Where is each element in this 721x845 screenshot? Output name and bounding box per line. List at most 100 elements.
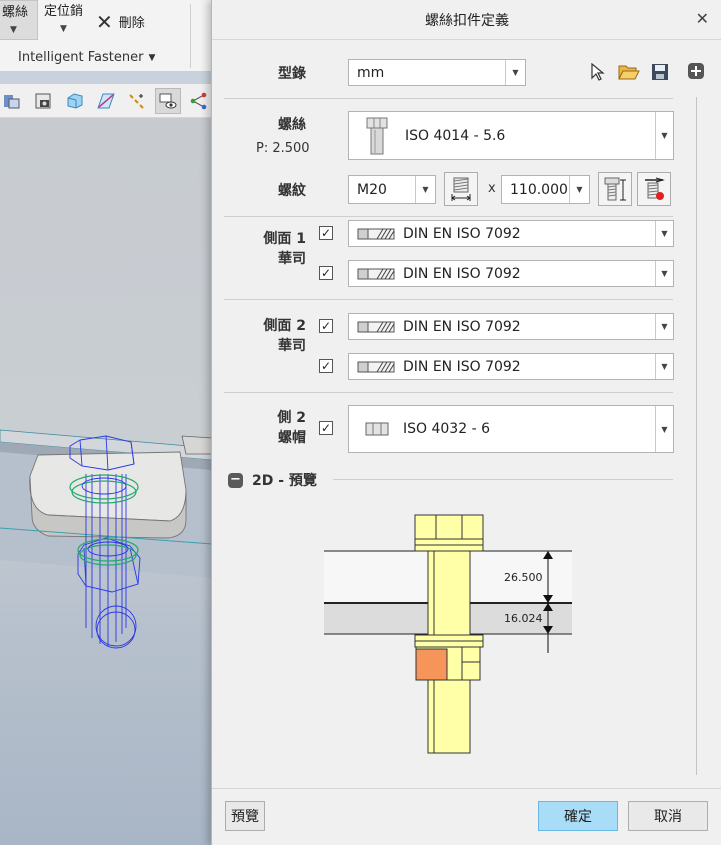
preview-section-label: 2D - 預覽 [252, 473, 317, 489]
delete-ribbon-button[interactable]: ✕ 刪除 [96, 9, 145, 34]
dimension-upper: 26.500 [504, 571, 543, 584]
side1-washer2-value: DIN EN ISO 7092 [403, 265, 521, 282]
side1-washer2-checkbox[interactable]: ✓ [319, 266, 333, 280]
times-sign: x [488, 181, 496, 196]
ribbon-group-menu[interactable]: Intelligent Fastener ▼ [18, 50, 155, 65]
chevron-down-icon: ▼ [655, 406, 673, 452]
screw-value: ISO 4014 - 5.6 [405, 127, 506, 144]
thread-size-value: M20 [357, 181, 387, 198]
side2-washer2-checkbox[interactable]: ✓ [319, 359, 333, 373]
preview-section-header[interactable]: − 2D - 預覽 [228, 470, 317, 490]
assembly-model [0, 429, 212, 649]
auto-length-icon [645, 177, 665, 200]
nut-checkbox[interactable]: ✓ [319, 421, 333, 435]
footer-separator [212, 788, 721, 789]
side2-washer-label-line2: 華司 [278, 338, 306, 354]
nut-label-line2: 螺帽 [278, 430, 306, 446]
delete-ribbon-label: 刪除 [118, 16, 145, 31]
network-icon[interactable] [186, 88, 212, 114]
ribbon-group-label: Intelligent Fastener [18, 50, 144, 65]
cube-icon[interactable] [62, 88, 88, 114]
side2-washer-label-line1: 側面 2 [263, 318, 306, 334]
side1-washer1-checkbox[interactable]: ✓ [319, 226, 333, 240]
side2-washer2-value: DIN EN ISO 7092 [403, 358, 521, 375]
auto-length-button[interactable] [637, 172, 671, 206]
chevron-down-icon: ▼ [10, 25, 17, 35]
chevron-down-icon: ▼ [415, 176, 435, 203]
side1-washer2-select[interactable]: DIN EN ISO 7092 ▼ [348, 260, 674, 287]
chevron-down-icon: ▼ [60, 24, 67, 34]
points-icon[interactable] [124, 88, 150, 114]
3d-viewport[interactable] [0, 118, 212, 845]
washer-icon [357, 321, 395, 333]
screw-select[interactable]: ISO 4014 - 5.6 ▼ [348, 111, 674, 160]
catalog-select[interactable]: mm ▼ [348, 59, 526, 86]
ok-button[interactable]: 確定 [538, 801, 618, 831]
side2-washer2-select[interactable]: DIN EN ISO 7092 ▼ [348, 353, 674, 380]
nut-select[interactable]: ISO 4032 - 6 ▼ [348, 405, 674, 453]
fastener-2d-preview: 26.500 16.024 [324, 514, 572, 754]
screw-label: 螺絲 [278, 117, 306, 133]
catalog-label: 型錄 [278, 66, 306, 82]
side1-washer1-value: DIN EN ISO 7092 [403, 225, 521, 242]
cancel-button[interactable]: 取消 [628, 801, 708, 831]
screw-length-button[interactable] [598, 172, 632, 206]
side2-washer1-select[interactable]: DIN EN ISO 7092 ▼ [348, 313, 674, 340]
separator [224, 98, 673, 99]
thread-label: 螺紋 [278, 183, 306, 199]
chevron-down-icon: ▼ [655, 314, 673, 339]
thread-depth-icon [451, 177, 471, 201]
ribbon-separator [190, 4, 191, 68]
screw-ribbon-label: 螺絲 [2, 5, 29, 20]
catalog-value: mm [357, 64, 385, 81]
side1-washer-label-line1: 側面 1 [263, 231, 306, 247]
separator [333, 479, 673, 480]
pin-ribbon-label: 定位銷 [44, 4, 84, 19]
chevron-down-icon: ▼ [148, 52, 156, 63]
washer-icon [357, 228, 395, 240]
view-toolbar [0, 84, 212, 118]
open-folder-icon[interactable] [617, 61, 641, 83]
screw-ribbon-button[interactable]: 螺絲 ▼ [0, 0, 38, 40]
washer-icon [357, 268, 395, 280]
length-select[interactable]: 110.000 ▼ [501, 175, 590, 204]
plane-icon[interactable] [93, 88, 119, 114]
side2-washer1-value: DIN EN ISO 7092 [403, 318, 521, 335]
save-icon[interactable] [649, 61, 671, 83]
app-ribbon: 螺絲 ▼ 定位銷 ▼ ✕ 刪除 Intelligent Fastener ▼ [0, 0, 212, 72]
vertical-scrollbar[interactable] [696, 97, 697, 775]
side1-washer1-select[interactable]: DIN EN ISO 7092 ▼ [348, 220, 674, 247]
camera-icon[interactable] [31, 88, 57, 114]
dialog-title: 螺絲扣件定義 [212, 0, 721, 40]
chevron-down-icon: ▼ [655, 354, 673, 379]
pin-ribbon-button[interactable]: 定位銷 ▼ [44, 0, 90, 40]
chevron-down-icon: ▼ [655, 112, 673, 159]
chevron-down-icon: ▼ [655, 221, 673, 246]
close-icon[interactable]: ✕ [696, 9, 709, 29]
length-value: 110.000 [510, 181, 568, 198]
add-icon[interactable] [687, 62, 705, 80]
select-pointer-icon[interactable] [588, 62, 608, 82]
chevron-down-icon: ▼ [505, 60, 525, 85]
bolt-icon [365, 116, 389, 156]
separator [224, 392, 673, 393]
delete-icon: ✕ [96, 9, 113, 34]
separator [224, 299, 673, 300]
fastener-definition-dialog: 螺絲扣件定義 ✕ 型錄 mm ▼ 螺絲 P: 2.500 ISO 4014 - … [211, 0, 721, 845]
preview-button[interactable]: 預覽 [225, 801, 265, 831]
chevron-down-icon: ▼ [655, 261, 673, 286]
screw-length-icon [604, 177, 626, 201]
separator [224, 216, 673, 217]
side2-washer1-checkbox[interactable]: ✓ [319, 319, 333, 333]
thread-depth-button[interactable] [444, 172, 478, 206]
collapse-icon: − [228, 472, 243, 488]
dimension-lower: 16.024 [504, 612, 543, 625]
thread-size-select[interactable]: M20 ▼ [348, 175, 436, 204]
pitch-text: P: 2.500 [256, 141, 310, 156]
nut-icon [365, 422, 389, 436]
nut-value: ISO 4032 - 6 [403, 421, 490, 437]
layer-visibility-icon[interactable] [155, 87, 181, 114]
chevron-down-icon: ▼ [569, 176, 589, 203]
axis-icon[interactable] [0, 88, 26, 114]
nut-label-line1: 側 2 [277, 410, 306, 426]
